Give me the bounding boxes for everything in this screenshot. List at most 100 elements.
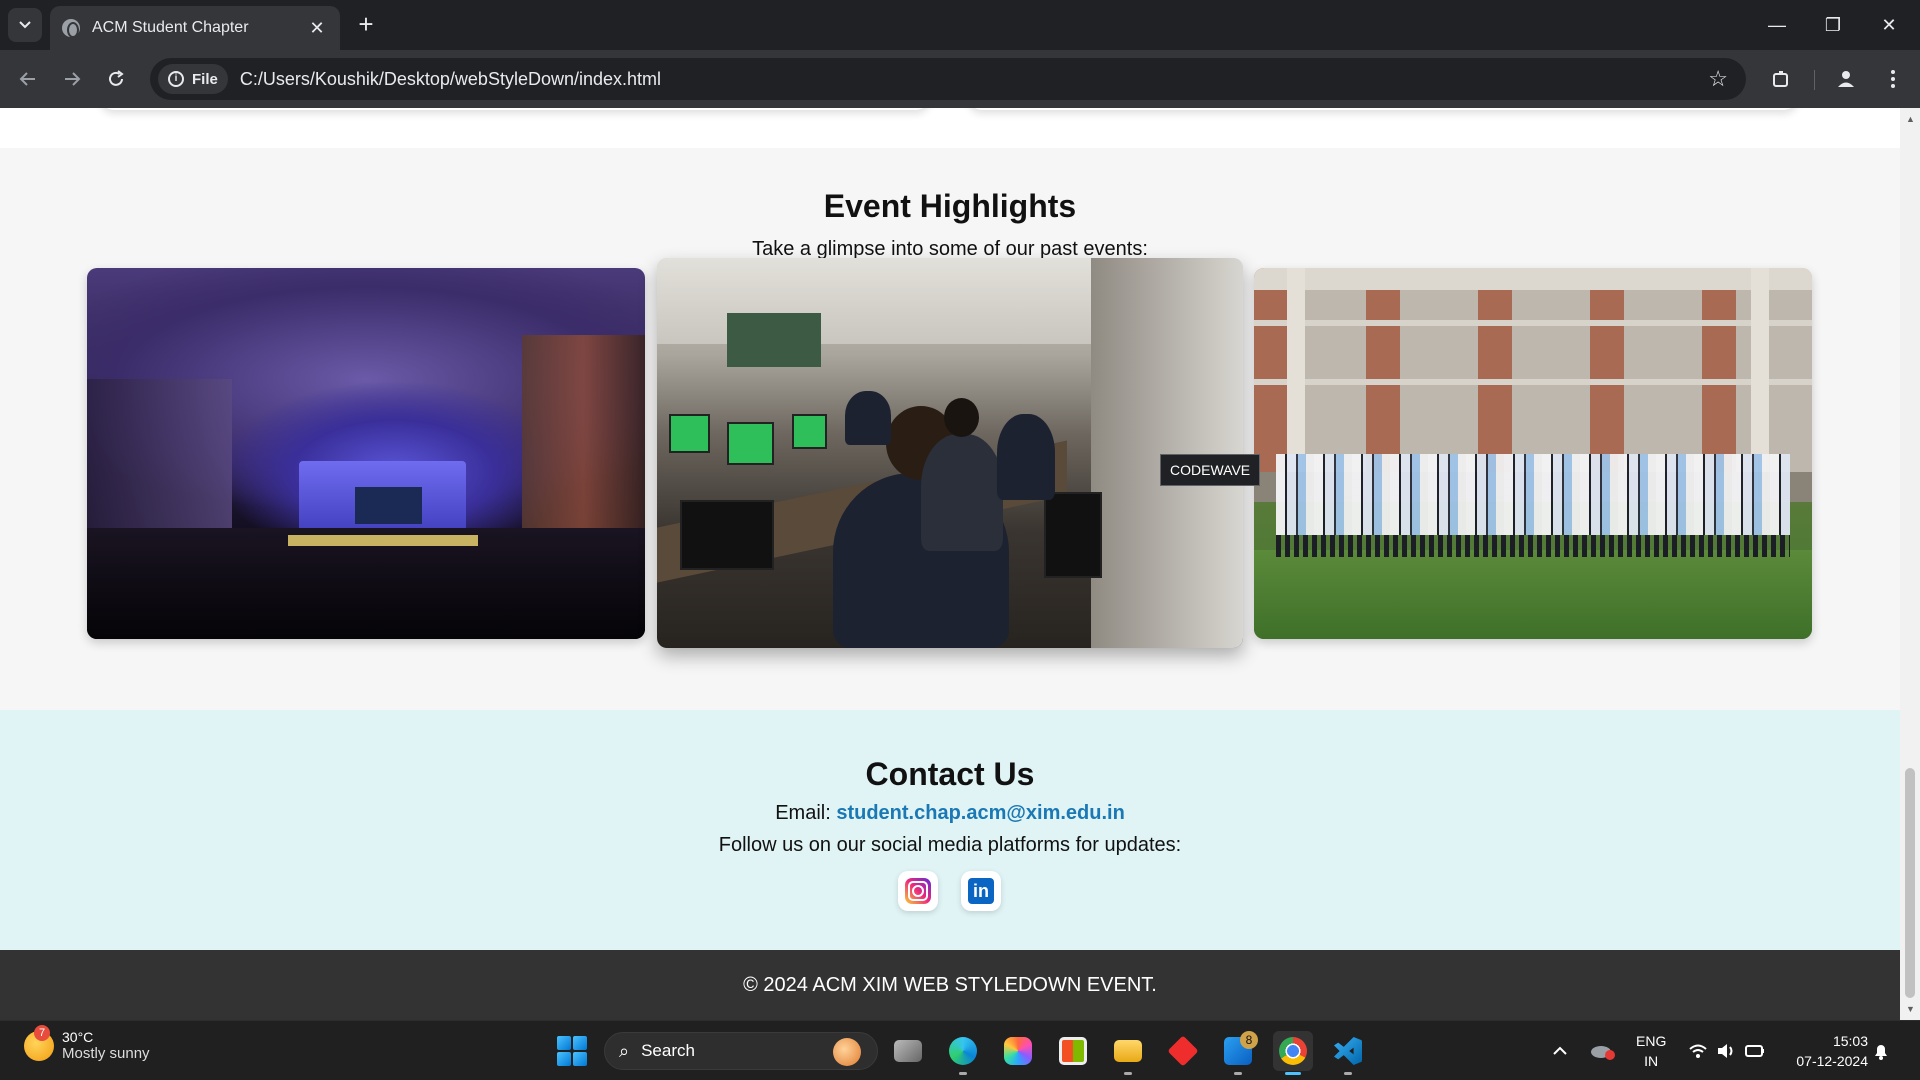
photo-detail <box>287 535 478 547</box>
vscode-button[interactable] <box>1328 1031 1368 1075</box>
close-tab-button[interactable]: ✕ <box>306 18 328 39</box>
diamond-app-icon <box>1167 1035 1199 1067</box>
clock-date: 07-12-2024 <box>1796 1053 1868 1069</box>
photo-tooltip: CODEWAVE <box>1160 454 1261 486</box>
photo-detail <box>727 421 775 465</box>
running-indicator <box>1344 1072 1352 1075</box>
anydesk-button[interactable] <box>1163 1031 1203 1071</box>
mail-badge: 8 <box>1240 1031 1258 1049</box>
copilot-icon <box>1004 1037 1032 1065</box>
info-icon: i <box>168 71 184 87</box>
globe-icon <box>62 19 80 38</box>
back-button[interactable] <box>12 63 44 95</box>
photo-detail <box>680 499 775 570</box>
new-tab-button[interactable]: + <box>352 10 380 38</box>
quick-settings[interactable] <box>1688 1021 1766 1080</box>
photo-detail <box>844 390 892 446</box>
windows-taskbar: 7 30°C Mostly sunny ⌕ Search 8 ENG IN 15… <box>0 1020 1920 1080</box>
page-footer: © 2024 ACM XIM WEB STYLEDOWN EVENT. <box>0 950 1900 1020</box>
photo-detail <box>522 334 645 539</box>
weather-temp: 30°C <box>62 1029 94 1045</box>
photo-detail <box>1043 492 1103 578</box>
photo-detail <box>354 486 422 524</box>
clock-time: 15:03 <box>1832 1033 1868 1049</box>
chevron-up-icon <box>1553 1046 1567 1055</box>
start-button[interactable] <box>552 1031 592 1071</box>
bookmark-star-icon[interactable]: ☆ <box>1708 66 1728 92</box>
highlights-title: Event Highlights <box>823 188 1077 224</box>
running-indicator <box>1234 1072 1242 1075</box>
contact-section: Contact Us Email: student.chap.acm@xim.e… <box>0 710 1900 950</box>
tab-search-button[interactable] <box>8 8 42 42</box>
store-icon <box>1059 1037 1087 1065</box>
arrow-left-icon <box>19 72 35 86</box>
bell-icon <box>1875 1045 1887 1060</box>
photo-detail <box>1276 453 1790 536</box>
browser-menu-button[interactable] <box>1877 63 1909 95</box>
toolbar-separator <box>1814 70 1815 90</box>
puzzle-icon <box>1773 71 1788 87</box>
photo-detail <box>944 398 980 438</box>
person-icon <box>1838 71 1854 87</box>
mail-button[interactable]: 8 <box>1218 1031 1258 1075</box>
cloud-error-icon <box>1591 1046 1615 1060</box>
photo-detail <box>87 379 233 528</box>
photo-detail <box>1254 319 1812 326</box>
profile-button[interactable] <box>1830 63 1862 95</box>
scroll-down-arrow-icon[interactable]: ▼ <box>1906 1004 1915 1014</box>
close-window-button[interactable]: ✕ <box>1866 8 1912 42</box>
instagram-link[interactable] <box>898 871 938 911</box>
folder-icon <box>1114 1040 1142 1062</box>
auditorium-photo[interactable] <box>87 268 645 639</box>
scrollbar-thumb[interactable] <box>1905 768 1915 998</box>
chrome-button[interactable] <box>1273 1031 1313 1075</box>
edge-button[interactable] <box>943 1031 983 1075</box>
browser-toolbar: i File C:/Users/Koushik/Desktop/webStyle… <box>0 50 1920 108</box>
browser-tab[interactable]: ACM Student Chapter ✕ <box>50 6 340 50</box>
notifications-button[interactable] <box>1872 1021 1890 1080</box>
running-indicator <box>959 1072 967 1075</box>
follow-text: Follow us on our social media platforms … <box>718 834 1182 856</box>
site-info-label: File <box>192 70 218 88</box>
weather-widget[interactable]: 7 30°C Mostly sunny <box>24 1024 150 1062</box>
page-scrollbar[interactable]: ▲ ▼ <box>1900 108 1920 1020</box>
more-vertical-icon <box>1891 70 1895 88</box>
page-viewport[interactable]: Event Highlights Take a glimpse into som… <box>0 108 1900 1020</box>
photo-detail <box>1254 268 1812 476</box>
address-bar[interactable]: i File C:/Users/Koushik/Desktop/webStyle… <box>150 58 1746 100</box>
arrow-right-icon <box>65 72 81 86</box>
minimize-button[interactable]: — <box>1754 8 1800 42</box>
taskbar-search[interactable]: ⌕ Search <box>604 1032 878 1070</box>
show-hidden-icons[interactable] <box>1552 1021 1568 1080</box>
vscode-icon <box>1334 1037 1362 1065</box>
group-photo[interactable] <box>1254 268 1812 639</box>
site-info-chip[interactable]: i File <box>158 64 228 94</box>
task-view-button[interactable] <box>888 1031 928 1071</box>
extensions-button[interactable] <box>1765 63 1797 95</box>
restore-button[interactable]: ❐ <box>1810 8 1856 42</box>
task-view-icon <box>894 1040 922 1062</box>
onedrive-status[interactable] <box>1590 1021 1616 1080</box>
email-link[interactable]: student.chap.acm@xim.edu.in <box>836 802 1124 824</box>
email-line: Email: student.chap.acm@xim.edu.in <box>0 802 1900 825</box>
scroll-up-arrow-icon[interactable]: ▲ <box>1906 114 1915 124</box>
reload-button[interactable] <box>100 63 132 95</box>
instagram-icon <box>905 878 931 904</box>
language-indicator[interactable]: ENG IN <box>1636 1021 1666 1080</box>
previous-card-right <box>968 108 1798 110</box>
previous-section-edge <box>0 108 1900 148</box>
weather-condition: Mostly sunny <box>62 1045 150 1062</box>
file-explorer-button[interactable] <box>1108 1031 1148 1075</box>
copilot-button[interactable] <box>998 1031 1038 1071</box>
taskbar-clock[interactable]: 15:03 07-12-2024 <box>1780 1031 1868 1071</box>
language-code: ENG <box>1636 1033 1667 1049</box>
codewave-lab-photo[interactable] <box>657 258 1243 648</box>
store-button[interactable] <box>1053 1031 1093 1071</box>
linkedin-link[interactable]: in <box>961 871 1001 911</box>
photo-detail <box>1254 549 1812 639</box>
reload-icon <box>109 70 124 86</box>
linkedin-icon: in <box>968 878 994 904</box>
forward-button[interactable] <box>56 63 88 95</box>
url-text[interactable]: C:/Users/Koushik/Desktop/webStyleDown/in… <box>240 69 661 90</box>
active-indicator <box>1285 1072 1301 1075</box>
